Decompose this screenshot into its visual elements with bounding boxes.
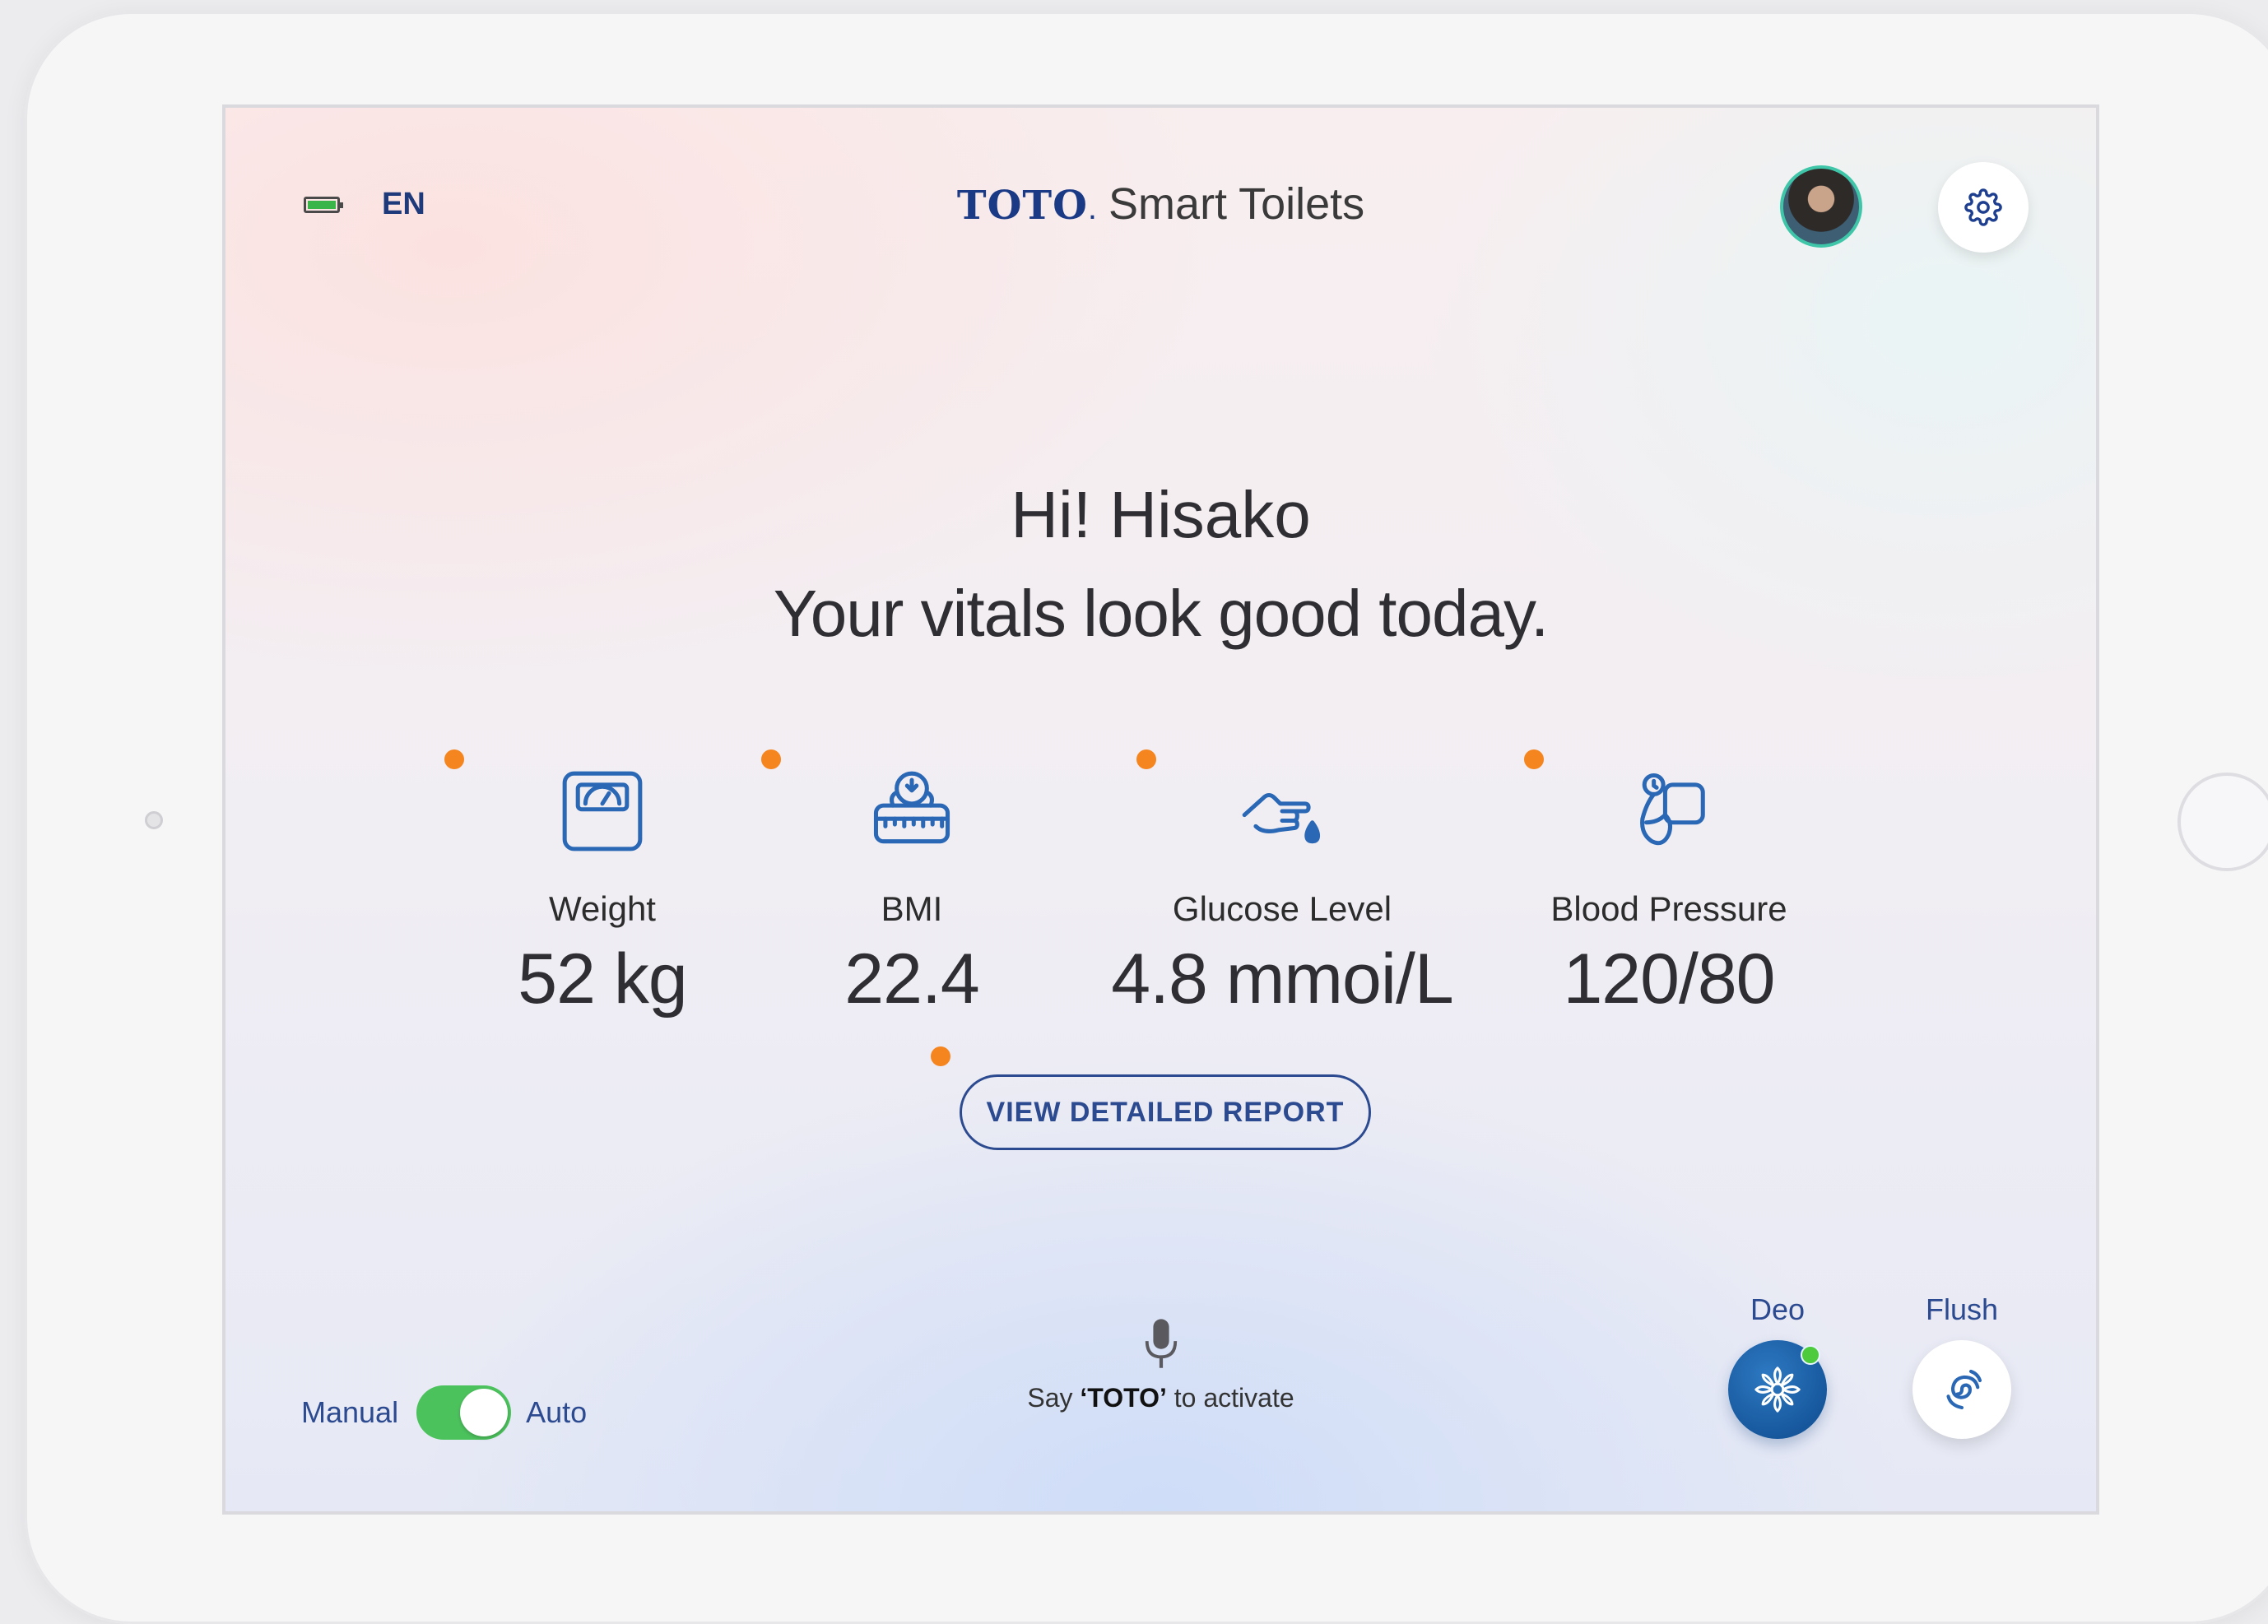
vital-label: BMI	[881, 889, 943, 928]
view-detailed-report-button[interactable]: VIEW DETAILED REPORT	[960, 1074, 1371, 1150]
blood-pressure-icon	[1640, 773, 1705, 846]
flower-icon	[1754, 1366, 1801, 1413]
front-camera	[145, 811, 163, 829]
home-button[interactable]	[2177, 773, 2268, 871]
flush-label: Flush	[1925, 1292, 1999, 1326]
voice-hint-suffix: to activate	[1166, 1383, 1294, 1413]
user-avatar[interactable]	[1780, 165, 1862, 248]
flush-control: Flush	[1896, 1292, 2028, 1439]
vital-label: Glucose Level	[1172, 889, 1392, 928]
greeting: Hi! Hisako Your vitals look good today.	[225, 466, 2096, 663]
vital-value: 120/80	[1563, 940, 1775, 1018]
greeting-title: Hi! Hisako	[1011, 478, 1311, 551]
hotspot-dot	[931, 1046, 950, 1066]
deo-button[interactable]	[1728, 1340, 1827, 1439]
app-screen: EN TOTO. Smart Toilets Hi! Hisako Your vi…	[222, 104, 2099, 1515]
voice-keyword: ‘TOTO’	[1080, 1383, 1167, 1413]
top-bar: EN TOTO. Smart Toilets	[225, 108, 2096, 305]
active-status-dot	[1801, 1345, 1820, 1365]
brand-name: Smart Toilets	[1108, 179, 1365, 229]
flush-button[interactable]	[1912, 1340, 2011, 1439]
brand-logo: TOTO	[956, 183, 1088, 229]
voice-hint-prefix: Say	[1027, 1383, 1081, 1413]
vital-value: 22.4	[844, 940, 979, 1018]
swirl-icon	[1946, 1369, 1982, 1410]
deo-label: Deo	[1750, 1292, 1806, 1326]
brand-logo-dot: .	[1087, 190, 1098, 226]
vital-label: Blood Pressure	[1550, 889, 1787, 928]
vital-value: 4.8 mmoi/L	[1111, 940, 1453, 1018]
deo-control: Deo	[1712, 1292, 1843, 1439]
glucose-drop-icon	[1242, 793, 1321, 844]
gear-icon	[1964, 188, 2002, 226]
bmi-scale-icon	[873, 771, 950, 844]
weight-scale-icon	[562, 771, 643, 851]
microphone-icon[interactable]	[1142, 1317, 1180, 1371]
greeting-message: Your vitals look good today.	[773, 577, 1550, 650]
settings-button[interactable]	[1938, 162, 2029, 253]
